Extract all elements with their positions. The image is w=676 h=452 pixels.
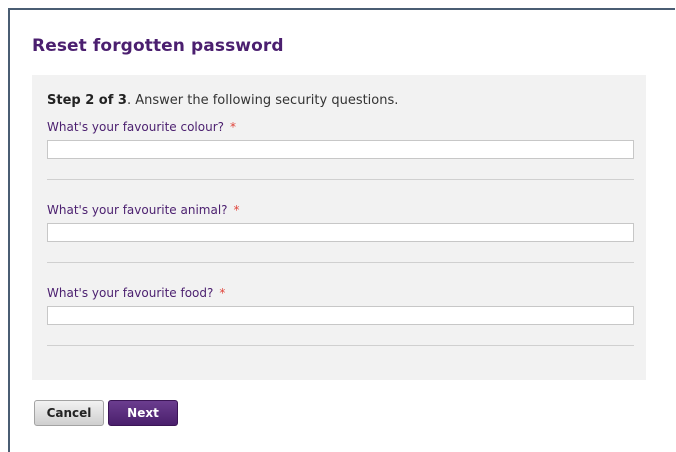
- step-indicator: Step 2 of 3. Answer the following securi…: [47, 93, 398, 108]
- colour-question-label: What's your favourite colour? *: [47, 120, 236, 134]
- step-instruction: . Answer the following security question…: [126, 93, 399, 108]
- required-marker: *: [233, 203, 240, 217]
- reset-password-page: Reset forgotten password Step 2 of 3. An…: [8, 8, 675, 452]
- page-title: Reset forgotten password: [32, 36, 284, 56]
- required-marker: *: [219, 286, 226, 300]
- form-actions: Cancel Next: [34, 400, 178, 426]
- food-question-text: What's your favourite food?: [47, 286, 214, 300]
- next-button[interactable]: Next: [108, 400, 178, 426]
- step-count: Step 2 of 3: [47, 93, 127, 108]
- security-questions-form: Step 2 of 3. Answer the following securi…: [32, 75, 646, 380]
- animal-question-text: What's your favourite animal?: [47, 203, 228, 217]
- required-marker: *: [230, 120, 237, 134]
- divider: [47, 345, 634, 346]
- colour-answer-input[interactable]: [47, 140, 634, 159]
- colour-question-text: What's your favourite colour?: [47, 120, 225, 134]
- food-answer-input[interactable]: [47, 306, 634, 325]
- animal-answer-input[interactable]: [47, 223, 634, 242]
- food-question-label: What's your favourite food? *: [47, 286, 225, 300]
- divider: [47, 179, 634, 180]
- cancel-button[interactable]: Cancel: [34, 400, 104, 426]
- divider: [47, 262, 634, 263]
- animal-question-label: What's your favourite animal? *: [47, 203, 240, 217]
